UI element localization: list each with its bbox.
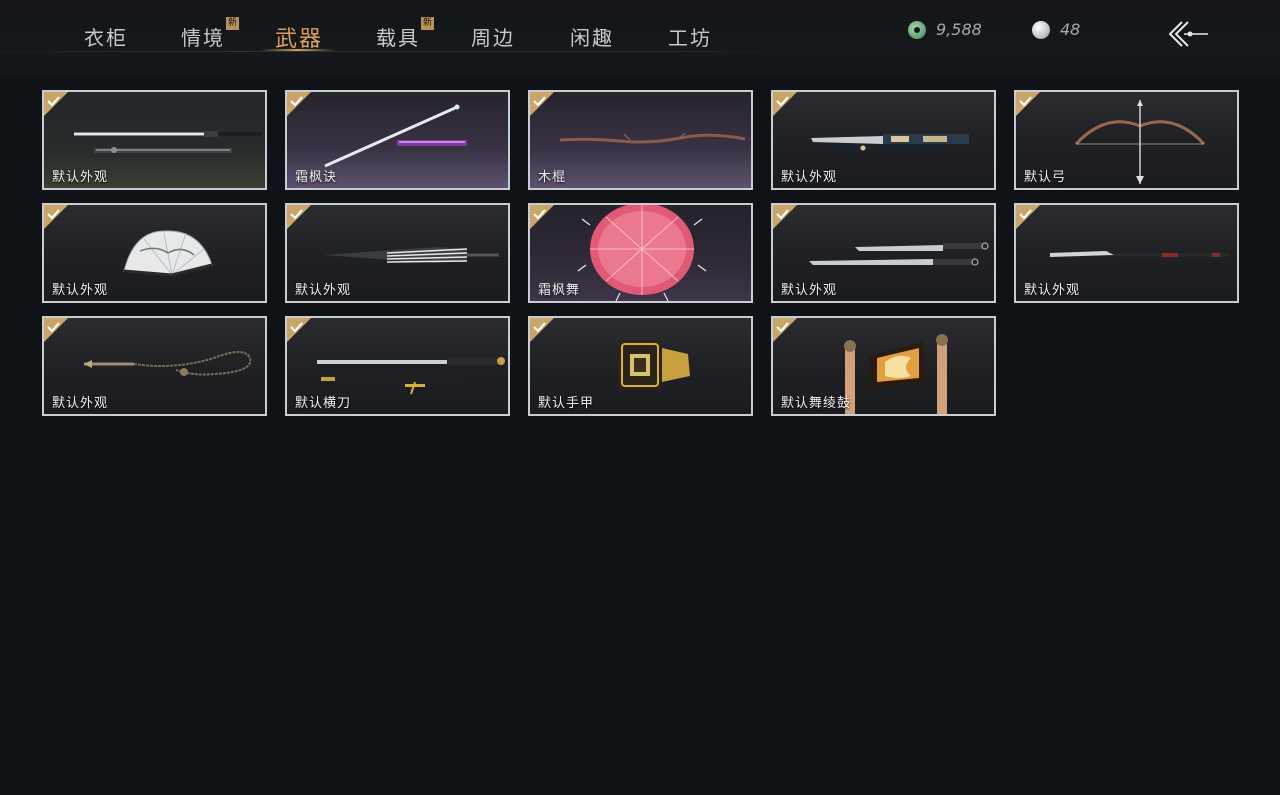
tab-vehicles[interactable]: 载具新 bbox=[376, 17, 434, 51]
jade-amount: 9,588 bbox=[936, 20, 982, 39]
item-card[interactable]: 默认横刀 bbox=[285, 316, 510, 416]
jade-coin-icon bbox=[908, 20, 926, 39]
owned-check-icon bbox=[773, 318, 797, 342]
owned-check-icon bbox=[1016, 92, 1040, 116]
tab-divider bbox=[0, 51, 790, 52]
tab-workshop[interactable]: 工坊 bbox=[668, 22, 712, 51]
owned-check-icon bbox=[773, 92, 797, 116]
owned-check-icon bbox=[530, 318, 554, 342]
back-arrow-icon bbox=[1168, 21, 1208, 47]
owned-check-icon bbox=[773, 205, 797, 229]
item-name: 默认外观 bbox=[52, 396, 109, 411]
item-card[interactable]: 默认外观 bbox=[42, 90, 267, 190]
item-name: 霜枫诀 bbox=[295, 170, 338, 185]
tab-leisure[interactable]: 闲趣 bbox=[570, 22, 614, 51]
item-name: 默认外观 bbox=[781, 170, 838, 185]
new-badge: 新 bbox=[421, 17, 434, 30]
new-badge: 新 bbox=[226, 17, 239, 30]
tab-scene[interactable]: 情境新 bbox=[181, 17, 239, 51]
tab-wardrobe[interactable]: 衣柜 bbox=[84, 22, 128, 51]
owned-check-icon bbox=[287, 92, 311, 116]
owned-check-icon bbox=[530, 92, 554, 116]
item-card[interactable]: 默认外观 bbox=[42, 203, 267, 303]
item-card[interactable]: 默认外观 bbox=[771, 203, 996, 303]
back-button[interactable] bbox=[1166, 18, 1210, 50]
item-card[interactable]: 默认舞绫鼓 bbox=[771, 316, 996, 416]
item-name: 默认舞绫鼓 bbox=[781, 396, 852, 411]
item-card[interactable]: 默认弓 bbox=[1014, 90, 1239, 190]
item-name: 默认外观 bbox=[781, 283, 838, 298]
top-navigation-bar: 衣柜 情境新 武器 载具新 周边 闲趣 工坊 9,588 48 bbox=[0, 0, 1280, 74]
item-name: 默认外观 bbox=[52, 283, 109, 298]
item-card[interactable]: 木棍 bbox=[528, 90, 753, 190]
item-name: 霜枫舞 bbox=[538, 283, 581, 298]
tab-label: 工坊 bbox=[668, 26, 712, 50]
owned-check-icon bbox=[44, 205, 68, 229]
pearl-amount: 48 bbox=[1060, 20, 1081, 39]
owned-check-icon bbox=[44, 92, 68, 116]
item-name: 默认外观 bbox=[1024, 283, 1081, 298]
item-card[interactable]: 霜枫舞 bbox=[528, 203, 753, 303]
item-card[interactable]: 默认外观 bbox=[771, 90, 996, 190]
pearl-currency: 48 bbox=[1032, 20, 1080, 39]
item-name: 默认外观 bbox=[52, 170, 109, 185]
item-card[interactable]: 默认手甲 bbox=[528, 316, 753, 416]
item-card[interactable]: 默认外观 bbox=[1014, 203, 1239, 303]
item-card[interactable]: 霜枫诀 bbox=[285, 90, 510, 190]
item-card[interactable]: 默认外观 bbox=[42, 316, 267, 416]
tab-label: 情境 bbox=[181, 26, 225, 50]
owned-check-icon bbox=[287, 205, 311, 229]
active-tab-underline bbox=[260, 49, 336, 51]
tab-label: 周边 bbox=[471, 26, 515, 50]
owned-check-icon bbox=[530, 205, 554, 229]
tab-label: 衣柜 bbox=[84, 26, 128, 50]
tab-label: 闲趣 bbox=[570, 26, 614, 50]
item-name: 默认手甲 bbox=[538, 396, 595, 411]
item-name: 默认横刀 bbox=[295, 396, 352, 411]
owned-check-icon bbox=[287, 318, 311, 342]
item-name: 木棍 bbox=[538, 170, 567, 185]
owned-check-icon bbox=[44, 318, 68, 342]
jade-currency: 9,588 bbox=[908, 20, 982, 39]
owned-check-icon bbox=[1016, 205, 1040, 229]
tab-peripherals[interactable]: 周边 bbox=[471, 22, 515, 51]
item-name: 默认外观 bbox=[295, 283, 352, 298]
item-card[interactable]: 默认外观 bbox=[285, 203, 510, 303]
item-name: 默认弓 bbox=[1024, 170, 1067, 185]
tab-label: 载具 bbox=[376, 26, 420, 50]
pearl-icon bbox=[1032, 20, 1050, 39]
